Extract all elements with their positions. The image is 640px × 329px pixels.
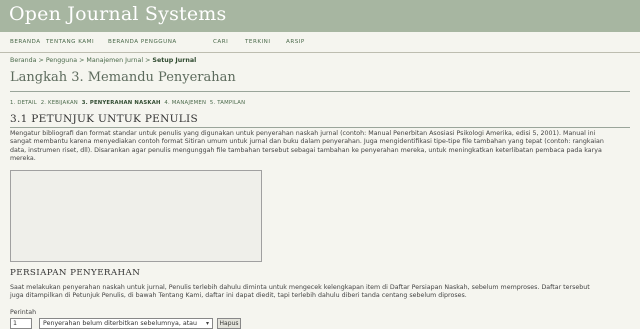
step-4-link[interactable]: 4. MANAJEMEN (164, 100, 206, 106)
nav-home[interactable]: BERANDA (10, 39, 41, 45)
description-line: juga ditampilkan di Petunjuk Penulis, di… (10, 292, 467, 300)
submission-preparation-description: Saat melakukan penyerahan naskah untuk j… (10, 284, 630, 301)
site-header: Open Journal Systems (0, 0, 640, 32)
delete-button[interactable]: Hapus (217, 318, 241, 329)
step-1-link[interactable]: 1. DETAIL (10, 100, 37, 106)
nav-archives[interactable]: ARSIP (286, 39, 305, 45)
section-divider (10, 127, 630, 128)
description-line: sangat membantu karena menyediakan conto… (10, 138, 604, 146)
breadcrumb-separator: > (145, 57, 151, 64)
main-nav: BERANDA TENTANG KAMI BERANDA PENGGUNA CA… (0, 32, 640, 53)
breadcrumb-separator: > (38, 57, 44, 64)
breadcrumb-separator: > (79, 57, 85, 64)
breadcrumb-home[interactable]: Beranda (10, 57, 37, 64)
site-title: Open Journal Systems (9, 3, 227, 25)
breadcrumb-current[interactable]: Setup Jurnal (152, 57, 196, 64)
step-3-current: 3. PENYERAHAN NASKAH (81, 100, 161, 106)
order-label: Perintah (10, 309, 37, 316)
title-divider (10, 91, 630, 92)
section-author-guidelines-title: 3.1 PETUNJUK UNTUK PENULIS (10, 113, 198, 125)
nav-user-home[interactable]: BERANDA PENGGUNA (108, 39, 177, 45)
author-guidelines-textarea[interactable] (10, 170, 262, 262)
step-2-link[interactable]: 2. KEBIJAKAN (41, 100, 78, 106)
section-submission-preparation-title: PERSIAPAN PENYERAHAN (10, 268, 141, 278)
description-line: mereka. (10, 155, 36, 163)
checklist-item-value: Penyerahan belum diterbitkan sebelumnya,… (43, 320, 198, 327)
author-guidelines-description: Mengatur bibliografi dan format standar … (10, 130, 630, 164)
chevron-down-icon: ▾ (205, 320, 209, 327)
description-line: Mengatur bibliografi dan format standar … (10, 130, 596, 137)
breadcrumb-journal-management[interactable]: Manajemen Jurnal (86, 57, 143, 64)
step-5-link[interactable]: 5. TAMPILAN (210, 100, 245, 106)
breadcrumb: Beranda > Pengguna > Manajemen Jurnal > … (10, 57, 196, 64)
nav-search[interactable]: CARI (213, 39, 228, 45)
nav-about[interactable]: TENTANG KAMI (46, 39, 94, 45)
order-input[interactable]: 1 (10, 318, 32, 329)
checklist-item-select[interactable]: Penyerahan belum diterbitkan sebelumnya,… (39, 318, 213, 329)
description-line: data, instrumen riset, dll). Disarankan … (10, 146, 602, 154)
description-line: Saat melakukan penyerahan naskah untuk j… (10, 284, 590, 291)
setup-steps: 1. DETAIL 2. KEBIJAKAN 3. PENYERAHAN NAS… (10, 100, 245, 106)
nav-current[interactable]: TERKINI (245, 39, 271, 45)
breadcrumb-user[interactable]: Pengguna (46, 57, 77, 64)
page-title: Langkah 3. Memandu Penyerahan (10, 70, 236, 85)
